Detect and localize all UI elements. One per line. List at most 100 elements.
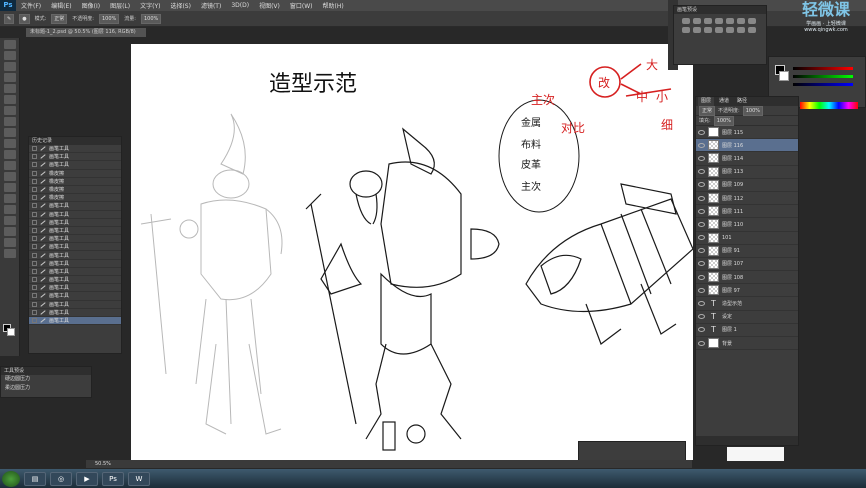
red-slider[interactable] (793, 67, 853, 70)
layer-opacity-input[interactable]: 100% (742, 105, 763, 116)
eyedropper-tool-icon[interactable] (4, 95, 16, 104)
stamp-tool-icon[interactable] (4, 128, 16, 137)
brush-tip-icon[interactable] (737, 18, 745, 24)
history-row[interactable]: 画笔工具 (29, 309, 121, 317)
brush-tip-icon[interactable] (704, 27, 712, 33)
layer-row[interactable]: 图层 97 (696, 284, 798, 298)
history-row[interactable]: 画笔工具 (29, 301, 121, 309)
eye-icon[interactable] (698, 155, 705, 161)
layer-row[interactable]: 图层 107 (696, 258, 798, 272)
brush-tip-icon[interactable] (682, 27, 690, 33)
lasso-tool-icon[interactable] (4, 62, 16, 71)
layer-row[interactable]: 图层 110 (696, 218, 798, 232)
layer-row[interactable]: 图层 114 (696, 152, 798, 166)
tool-preset-item[interactable]: 硬边圆压力 (1, 375, 91, 384)
marquee-tool-icon[interactable] (4, 51, 16, 60)
background-color-swatch[interactable] (7, 328, 15, 336)
menu-image[interactable]: 图像(I) (77, 1, 105, 10)
eye-icon[interactable] (698, 208, 705, 214)
menu-filter[interactable]: 滤镜(T) (196, 1, 226, 10)
history-row[interactable]: 橡皮擦 (29, 186, 121, 195)
mode-select[interactable]: 正常 (51, 13, 68, 24)
layer-row[interactable]: 图层 109 (696, 179, 798, 192)
brush-tool-icon[interactable] (4, 117, 16, 126)
eye-icon[interactable] (698, 195, 705, 201)
history-row[interactable]: 画笔工具 (29, 235, 121, 244)
taskbar-explorer-icon[interactable]: ▤ (24, 471, 46, 486)
history-row[interactable]: 画笔工具 (29, 268, 121, 276)
history-checkbox[interactable] (32, 285, 37, 291)
eye-icon[interactable] (698, 287, 705, 293)
history-checkbox[interactable] (32, 195, 37, 201)
pen-tool-icon[interactable] (4, 194, 16, 203)
eye-icon[interactable] (698, 248, 705, 254)
history-row[interactable]: 画笔工具 (29, 276, 121, 285)
eye-icon[interactable] (698, 340, 705, 346)
brush-tip-icon[interactable] (693, 18, 701, 24)
brush-tip-icon[interactable] (726, 27, 734, 33)
layer-row[interactable]: 图层 108 (696, 271, 798, 285)
history-checkbox[interactable] (32, 211, 37, 217)
layer-row[interactable]: T 设定 (696, 311, 798, 324)
history-checkbox[interactable] (32, 154, 37, 160)
history-checkbox[interactable] (32, 236, 37, 242)
brush-tip-icon[interactable] (737, 27, 745, 33)
eraser-tool-icon[interactable] (4, 150, 16, 159)
layer-row[interactable]: 图层 115 (696, 126, 798, 140)
brush-tip-icon[interactable] (726, 18, 734, 24)
bg-color-swatch[interactable] (779, 71, 789, 81)
history-row[interactable]: 画笔工具 (29, 284, 121, 293)
history-row[interactable]: 画笔工具 (29, 211, 121, 219)
layer-row[interactable]: 101 (696, 232, 798, 245)
brush-tip-icon[interactable] (682, 18, 690, 24)
layer-row[interactable]: 图层 116 (696, 139, 798, 153)
menu-select[interactable]: 选择(S) (165, 1, 196, 10)
brush-tip-icon[interactable] (715, 27, 723, 33)
history-checkbox[interactable] (32, 203, 37, 209)
opacity-input[interactable]: 100% (98, 13, 120, 24)
brush-tip-icon[interactable] (715, 18, 723, 24)
history-row[interactable]: 画笔工具 (29, 251, 121, 260)
history-row[interactable]: 画笔工具 (29, 260, 121, 268)
menu-view[interactable]: 视图(V) (254, 1, 285, 10)
history-row[interactable]: 画笔工具 (29, 219, 121, 227)
history-row[interactable]: 画笔工具 (29, 145, 121, 154)
menu-window[interactable]: 窗口(W) (285, 1, 318, 10)
history-checkbox[interactable] (32, 260, 37, 266)
history-checkbox[interactable] (32, 178, 37, 184)
eye-icon[interactable] (698, 129, 705, 135)
hand-tool-icon[interactable] (4, 238, 16, 247)
layer-row[interactable]: 图层 91 (696, 245, 798, 258)
blend-mode-select[interactable]: 正常 (699, 105, 716, 116)
history-checkbox[interactable] (32, 244, 37, 250)
quick-select-tool-icon[interactable] (4, 73, 16, 82)
green-slider[interactable] (793, 75, 853, 78)
layer-row[interactable]: T 造型示范 (696, 297, 798, 311)
brush-tip-icon[interactable] (693, 27, 701, 33)
shape-tool-icon[interactable] (4, 227, 16, 236)
tool-preset-item[interactable]: 柔边圆压力 (1, 384, 91, 393)
menu-layer[interactable]: 图层(L) (105, 1, 135, 10)
eye-icon[interactable] (698, 314, 705, 320)
healing-tool-icon[interactable] (4, 106, 16, 115)
gradient-tool-icon[interactable] (4, 161, 16, 170)
menu-help[interactable]: 帮助(H) (318, 1, 349, 10)
start-button[interactable] (2, 470, 20, 487)
menu-edit[interactable]: 编辑(E) (46, 1, 76, 10)
history-row[interactable]: 画笔工具 (29, 161, 121, 170)
document-tab[interactable]: 未标题-1_2.psd @ 50.5% (图层 116, RGB/8) (26, 28, 146, 37)
eye-icon[interactable] (698, 301, 705, 307)
blue-slider[interactable] (793, 83, 853, 86)
taskbar-word-icon[interactable]: W (128, 471, 150, 486)
eye-icon[interactable] (698, 274, 705, 280)
brush-size-picker[interactable]: ● (19, 13, 30, 24)
flow-input[interactable]: 100% (140, 13, 162, 24)
history-row[interactable]: 画笔工具 (29, 227, 121, 236)
history-row[interactable]: 橡皮擦 (29, 170, 121, 178)
history-checkbox[interactable] (32, 187, 37, 193)
history-checkbox[interactable] (32, 309, 37, 315)
fill-input[interactable]: 100% (713, 115, 734, 126)
layer-row[interactable]: 图层 112 (696, 192, 798, 206)
color-spectrum[interactable] (800, 102, 858, 109)
brush-tip-icon[interactable] (748, 27, 756, 33)
